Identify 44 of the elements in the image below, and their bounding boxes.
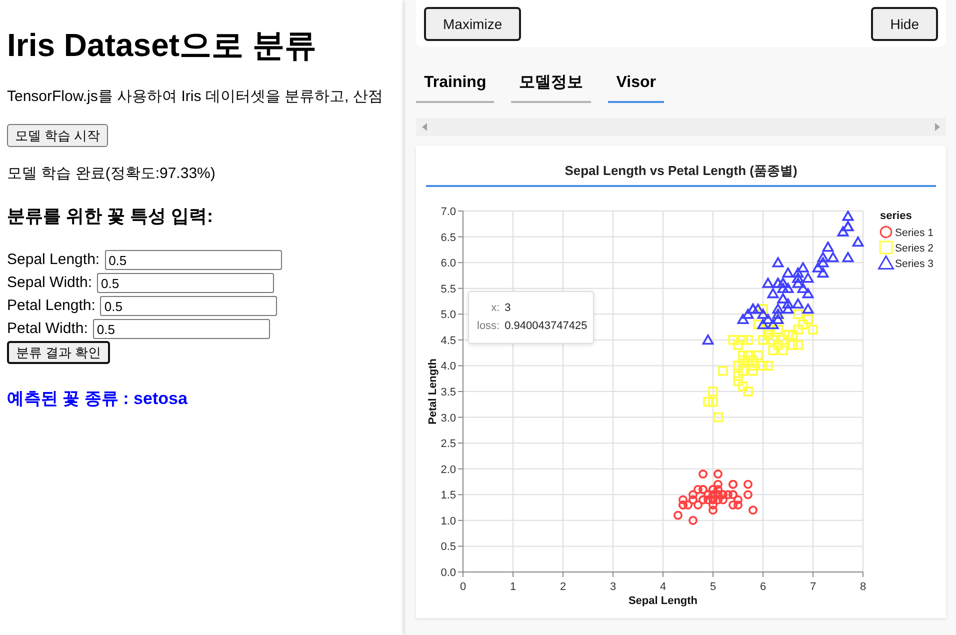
- tick-label: 3.0: [440, 412, 456, 424]
- tick-label: 0.0: [440, 567, 456, 579]
- tick-label: 7.0: [440, 206, 456, 218]
- tick-label: 5.5: [440, 283, 456, 296]
- legend-label: Series 3: [895, 258, 934, 270]
- tick-label: 4.0: [440, 360, 456, 373]
- field-label: Sepal Width:: [7, 273, 92, 293]
- tick-label: 5: [710, 581, 716, 593]
- field-label: Petal Width:: [7, 319, 88, 339]
- tick-label: 6.5: [440, 232, 456, 244]
- tick-label: 0: [460, 581, 466, 593]
- tick-label: 4: [660, 581, 666, 593]
- tick-label: 0.5: [440, 541, 456, 554]
- tick-label: 2.0: [440, 464, 456, 476]
- tick-label: 5.0: [440, 309, 456, 322]
- tick-label: 8: [860, 581, 866, 593]
- tick-label: 1.5: [440, 490, 456, 502]
- tick-label: 3: [610, 581, 616, 593]
- legend-label: Series 2: [895, 242, 934, 254]
- tick-label: 6: [760, 581, 766, 593]
- description-text: TensorFlow.js를 사용하여 Iris 데이터셋을 분류하고, 산점: [7, 87, 383, 107]
- prediction-text: 예측된 꽃 종류 : setosa: [7, 388, 188, 410]
- tooltip-label: x:: [490, 302, 500, 315]
- tick-label: 3.5: [440, 386, 456, 398]
- tick-label: 6.0: [440, 258, 456, 270]
- tick-label: 1.0: [440, 515, 456, 528]
- legend-title: series: [880, 210, 912, 222]
- tick-label: 1: [510, 581, 516, 593]
- chart-title: Sepal Length vs Petal Length (품종별): [426, 146, 936, 187]
- tick-label: 2.5: [440, 438, 456, 450]
- tooltip-label: loss:: [477, 320, 500, 333]
- page-title: Iris Dataset으로 분류: [7, 26, 316, 64]
- form-heading: 분류를 위한 꽃 특성 입력:: [7, 205, 213, 228]
- tick-label: 4.5: [440, 334, 456, 347]
- status-text: 모델 학습 완료(정확도:97.33%): [7, 164, 216, 184]
- field-label: Petal Length:: [7, 296, 96, 316]
- tooltip-value: 3: [504, 302, 512, 315]
- field-label: Sepal Length:: [7, 250, 100, 270]
- tooltip-value: 0.940043747425: [504, 320, 588, 333]
- tick-label: 2: [560, 581, 566, 593]
- axis-title: Sepal Length: [628, 595, 698, 607]
- tick-label: 7: [810, 581, 816, 593]
- axis-title: Petal Length: [427, 358, 439, 424]
- legend-label: Series 1: [895, 227, 934, 239]
